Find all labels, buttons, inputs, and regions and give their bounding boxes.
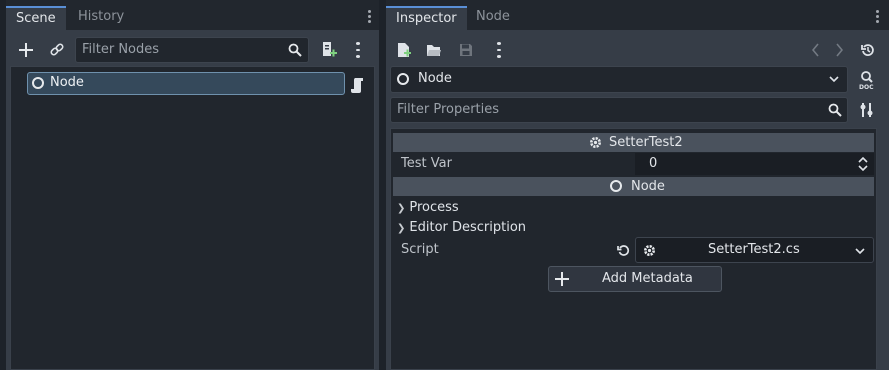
tab-scene[interactable]: Scene [6, 6, 66, 30]
script-file-name: SetterTest2.cs [708, 242, 800, 257]
script-resource-picker[interactable]: SetterTest2.cs [635, 237, 874, 263]
gear-script-icon [644, 245, 655, 256]
doc-icon[interactable]: DOC [856, 68, 878, 92]
search-icon [826, 101, 844, 119]
chevron-left-icon[interactable] [809, 40, 823, 60]
node-circle-icon [32, 77, 44, 89]
add-node-icon[interactable] [16, 40, 36, 60]
add-script-icon[interactable] [318, 39, 338, 61]
tree-item-label: Node [50, 75, 84, 90]
tab-history[interactable]: History [68, 6, 134, 30]
inspector-menu-icon[interactable] [492, 40, 506, 60]
object-selector[interactable]: Node [390, 66, 848, 93]
section-title: Node [631, 179, 665, 194]
section-title: SetterTest2 [609, 135, 683, 150]
svg-text:DOC: DOC [859, 84, 874, 90]
scene-tabbar: Scene History [6, 0, 379, 30]
section-settertest2[interactable]: SetterTest2 [393, 133, 874, 152]
spin-arrows-icon[interactable] [858, 157, 868, 171]
test-var-value: 0 [649, 156, 658, 171]
tab-menu-icon[interactable] [870, 9, 884, 25]
add-metadata-label: Add Metadata [602, 271, 693, 286]
save-icon[interactable] [456, 40, 476, 60]
gear-script-icon [590, 137, 601, 148]
group-process[interactable]: ❯ Process [397, 199, 459, 217]
prop-label-script: Script [401, 242, 439, 257]
plus-icon [555, 272, 569, 286]
new-resource-icon[interactable] [395, 40, 413, 60]
tab-inspector[interactable]: Inspector [386, 6, 467, 30]
inspector-dock: Inspector Node Node DOC Filter Propertie… [386, 0, 889, 370]
chevron-down-icon [829, 76, 839, 83]
filter-nodes-field[interactable] [75, 37, 309, 63]
history-icon[interactable] [859, 40, 877, 60]
inspector-properties: SetterTest2 Test Var 0 Node ❯ Process ❯ Ed… [390, 128, 877, 370]
test-var-spinbox[interactable]: 0 [635, 153, 874, 175]
revert-icon[interactable] [615, 241, 631, 259]
chevron-right-icon[interactable] [832, 40, 846, 60]
chevron-down-icon[interactable] [855, 247, 865, 255]
tree-item-node[interactable]: Node [27, 72, 345, 95]
inspector-tabbar: Inspector Node [386, 0, 889, 30]
folder-open-icon[interactable] [424, 40, 444, 60]
script-scroll-icon[interactable] [350, 76, 366, 94]
filter-properties-field[interactable] [390, 97, 848, 123]
node-circle-icon [610, 180, 622, 192]
tab-menu-icon[interactable] [362, 9, 376, 25]
prop-label-test-var: Test Var [401, 156, 452, 171]
tools-icon[interactable] [858, 99, 876, 121]
chevron-right-icon: ❯ [397, 223, 406, 234]
scene-tree: Node [10, 66, 375, 370]
filter-properties-input[interactable] [397, 102, 847, 117]
group-label: Process [409, 200, 459, 215]
filter-nodes-input[interactable] [82, 42, 308, 57]
search-icon [286, 41, 304, 59]
tab-node[interactable]: Node [466, 6, 520, 30]
scene-menu-icon[interactable] [351, 40, 365, 60]
scene-dock: Scene History Node [6, 0, 379, 370]
group-label: Editor Description [409, 220, 527, 235]
group-editor-description[interactable]: ❯ Editor Description [397, 219, 526, 237]
object-selector-label: Node [418, 71, 452, 86]
section-node[interactable]: Node [393, 177, 874, 196]
chevron-right-icon: ❯ [397, 203, 406, 214]
add-metadata-button[interactable]: Add Metadata [548, 266, 722, 292]
node-circle-icon [397, 73, 409, 85]
link-icon[interactable] [47, 40, 67, 60]
